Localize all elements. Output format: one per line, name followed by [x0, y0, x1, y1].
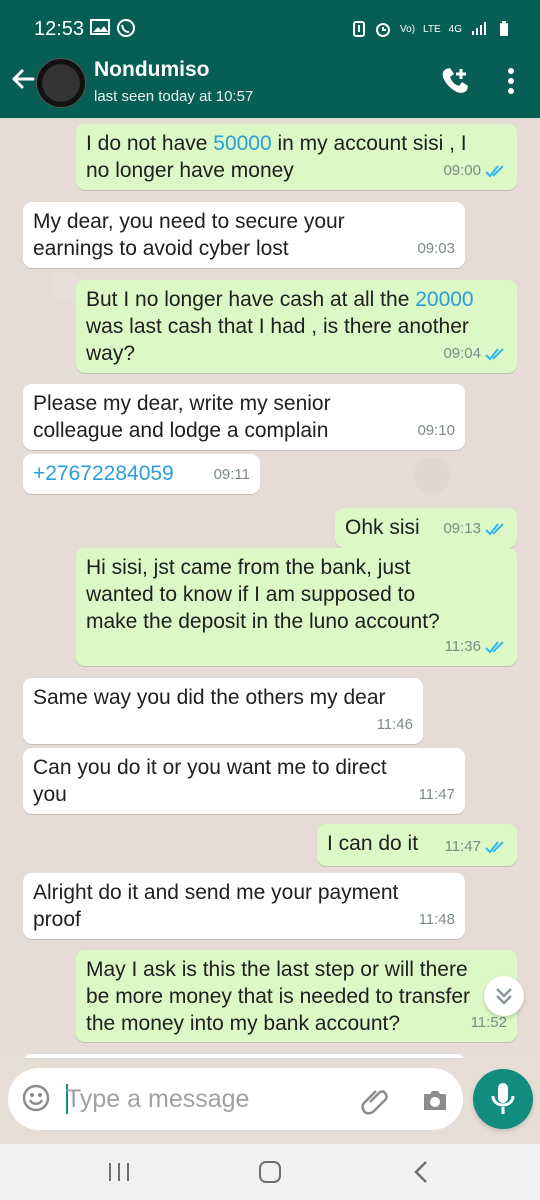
back-arrow-icon[interactable] — [8, 64, 38, 96]
emoji-icon[interactable] — [22, 1084, 50, 1112]
message-sent[interactable]: I can do it 11:47 — [317, 824, 517, 866]
chat-thread[interactable]: I do not have 50000 in my account sisi ,… — [0, 118, 540, 1058]
status-time: 12:53 — [34, 18, 85, 40]
message-meta: 09:04 — [443, 340, 507, 367]
last-seen-status: last seen today at 10:57 — [94, 88, 254, 105]
message-text: My dear, you need to secure your earning… — [33, 210, 345, 260]
message-sent[interactable]: Hi sisi, jst came from the bank, just wa… — [76, 548, 517, 666]
partial-message-received — [23, 1054, 465, 1058]
message-time: 11:47 — [444, 838, 481, 855]
message-meta: 09:00 — [443, 157, 507, 184]
phone-number-link[interactable]: +27672284059 — [33, 462, 174, 485]
message-meta: 11:36 — [445, 633, 507, 660]
message-received[interactable]: Alright do it and send me your payment p… — [23, 873, 465, 939]
message-composer[interactable]: Type a message — [8, 1068, 463, 1130]
camera-icon[interactable] — [420, 1085, 450, 1115]
message-meta: 11:48 — [419, 906, 455, 933]
read-receipt-icon — [485, 522, 507, 536]
microphone-icon[interactable] — [473, 1069, 533, 1129]
paperclip-icon[interactable] — [360, 1085, 390, 1115]
message-received[interactable]: Can you do it or you want me to direct y… — [23, 748, 465, 814]
message-input[interactable]: Type a message — [66, 1085, 249, 1114]
chat-header: Nondumiso last seen today at 10:57 — [0, 44, 540, 118]
home-icon[interactable] — [255, 1158, 285, 1186]
recent-apps-icon[interactable] — [104, 1158, 134, 1186]
read-receipt-icon — [485, 640, 507, 654]
status-bar: 12:53 Vo) LTE 4G — [0, 0, 540, 44]
amount-link[interactable]: 20000 — [415, 288, 473, 311]
read-receipt-icon — [485, 164, 507, 178]
system-navigation-bar — [0, 1144, 540, 1200]
volte-label: Vo) — [400, 23, 416, 35]
message-meta: 11:46 — [377, 711, 413, 738]
message-time: 11:48 — [418, 911, 455, 928]
message-meta: 09:11 — [214, 461, 250, 488]
message-sent[interactable]: May I ask is this the last step or will … — [76, 950, 517, 1042]
message-text: I can do it — [327, 832, 419, 855]
gallery-icon — [90, 18, 110, 38]
message-meta: 11:47 — [445, 833, 507, 860]
message-text: Hi sisi, jst came from the bank, just wa… — [86, 556, 440, 633]
message-text: Ohk sisi — [345, 516, 420, 539]
system-status-icons: Vo) LTE 4G — [352, 20, 510, 38]
contact-name[interactable]: Nondumiso — [94, 58, 210, 82]
status-icons — [90, 18, 136, 38]
message-time: 11:47 — [418, 786, 455, 803]
message-sent[interactable]: But I no longer have cash at all the 200… — [76, 280, 517, 373]
alarm-icon — [374, 20, 392, 38]
message-time: 09:03 — [417, 240, 455, 257]
message-time: 09:04 — [443, 345, 481, 362]
message-received-phone[interactable]: +27672284059 09:11 — [23, 454, 260, 494]
message-sent[interactable]: Ohk sisi 09:13 — [335, 508, 517, 548]
message-meta: 09:03 — [417, 235, 455, 262]
message-meta: 09:10 — [417, 417, 455, 444]
avatar[interactable] — [36, 58, 86, 108]
message-time: 09:11 — [213, 466, 250, 483]
message-meta: 11:47 — [419, 781, 455, 808]
message-received[interactable]: Please my dear, write my senior colleagu… — [23, 384, 465, 450]
battery-icon — [498, 20, 510, 38]
message-time: 09:00 — [443, 162, 481, 179]
message-meta: 09:13 — [443, 515, 507, 542]
back-icon[interactable] — [406, 1158, 436, 1186]
message-text: Same way you did the others my dear — [33, 686, 386, 709]
message-received[interactable]: My dear, you need to secure your earning… — [23, 202, 465, 268]
network-label: 4G — [448, 23, 462, 35]
message-time: 09:10 — [417, 422, 455, 439]
message-time: 11:36 — [444, 638, 481, 655]
lte-label: LTE — [423, 23, 441, 35]
message-text: Please my dear, write my senior colleagu… — [33, 392, 331, 442]
amount-link[interactable]: 50000 — [213, 132, 271, 155]
message-text: Alright do it and send me your payment p… — [33, 881, 399, 931]
message-time: 09:13 — [443, 520, 481, 537]
message-sent[interactable]: I do not have 50000 in my account sisi ,… — [76, 124, 517, 190]
message-text: But I no longer have cash at all the 200… — [86, 288, 474, 365]
message-received[interactable]: Same way you did the others my dear 11:4… — [23, 678, 423, 744]
read-receipt-icon — [485, 347, 507, 361]
message-time: 11:46 — [376, 716, 413, 733]
scroll-down-button[interactable] — [484, 976, 524, 1016]
read-receipt-icon — [485, 840, 507, 854]
message-text: Can you do it or you want me to direct y… — [33, 756, 387, 806]
message-text: I do not have 50000 in my account sisi ,… — [86, 132, 467, 182]
battery-saver-icon — [352, 20, 366, 38]
whatsapp-icon — [116, 18, 136, 38]
add-call-icon[interactable] — [438, 64, 472, 98]
more-vertical-icon[interactable] — [496, 64, 526, 98]
signal-icon — [470, 21, 490, 37]
message-text: May I ask is this the last step or will … — [86, 958, 471, 1035]
